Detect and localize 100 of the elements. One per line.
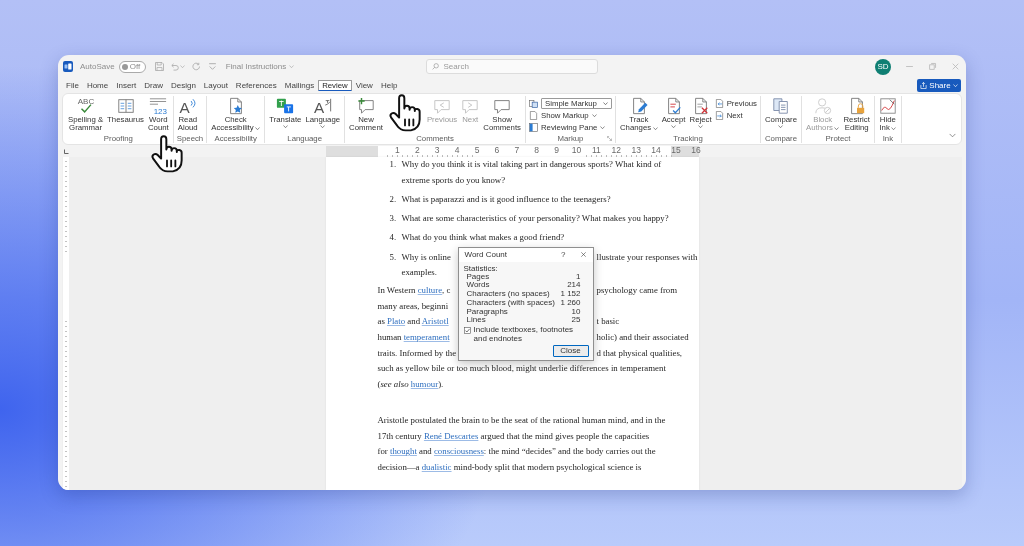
caret-icon bbox=[289, 64, 295, 69]
menu-tab[interactable]: File bbox=[62, 78, 83, 93]
undo-icon[interactable] bbox=[169, 62, 179, 71]
paragraph-text: In Western culture, c bbox=[377, 283, 451, 297]
account-avatar[interactable]: SD bbox=[875, 58, 891, 75]
list-item-text: examples. bbox=[401, 266, 437, 280]
caret-icon bbox=[671, 125, 677, 129]
pen-stroke-icon bbox=[878, 97, 897, 115]
dialog-title: Word Count bbox=[464, 250, 509, 259]
statistic-value: 10 bbox=[571, 307, 581, 317]
link[interactable]: Aristotl bbox=[421, 316, 449, 327]
ruler-number: 12 bbox=[611, 146, 622, 155]
statistic-value: 25 bbox=[571, 316, 581, 326]
caret-icon bbox=[778, 125, 784, 129]
menu-tab[interactable]: Help bbox=[376, 78, 402, 93]
menu-tab[interactable]: Layout bbox=[199, 78, 232, 93]
caret-icon bbox=[600, 125, 606, 130]
restore-icon[interactable] bbox=[928, 62, 937, 71]
list-number: 5. bbox=[389, 250, 398, 264]
close-icon[interactable] bbox=[579, 251, 587, 258]
caret-icon bbox=[282, 125, 288, 129]
caret-icon[interactable] bbox=[179, 64, 185, 69]
menu-tab[interactable]: Mailings bbox=[280, 78, 319, 93]
search-icon bbox=[431, 63, 439, 70]
ruler-number: 9 bbox=[554, 146, 559, 155]
statistic-value: 214 bbox=[567, 281, 581, 291]
app-icon[interactable] bbox=[63, 61, 73, 72]
comment-icon bbox=[493, 97, 512, 115]
chevron-down-icon[interactable] bbox=[949, 133, 956, 138]
translate-icon bbox=[276, 97, 295, 115]
page-icon bbox=[528, 111, 538, 120]
statistic-value: 1 152 bbox=[560, 290, 581, 299]
list-item-text: Why do you think it is vital taking part in dangerous sports? What kind of extreme sports do you know? bbox=[401, 158, 662, 187]
customize-icon[interactable] bbox=[207, 62, 217, 71]
link[interactable]: René Descartes bbox=[423, 430, 479, 441]
list-item-text: What is paparazzi and is it good influence to the teenagers? bbox=[401, 192, 611, 206]
caret-icon bbox=[652, 126, 658, 130]
ruler-number: 11 bbox=[592, 146, 601, 155]
help-button[interactable]: ? bbox=[561, 250, 566, 259]
menu-tab[interactable]: Draw bbox=[140, 78, 167, 93]
paragraph-text: holic) and their associated bbox=[596, 331, 689, 345]
document-back-icon bbox=[714, 99, 724, 108]
list-number: 1. bbox=[389, 158, 398, 171]
checkbox[interactable] bbox=[463, 327, 471, 335]
statistic-label: Characters (with spaces) bbox=[466, 298, 555, 308]
menu-tab[interactable]: Home bbox=[82, 78, 113, 93]
documents-icon bbox=[772, 97, 790, 115]
tab-stop-icon[interactable] bbox=[63, 148, 69, 155]
list-item-text: What do you think what makes a good friend? bbox=[401, 231, 565, 245]
list-item-text: llustrate your responses with bbox=[596, 250, 698, 264]
list-number: 2. bbox=[389, 192, 398, 206]
autosave-toggle[interactable]: Off bbox=[118, 60, 146, 73]
list-number: 3. bbox=[389, 212, 398, 226]
ruler-number: 2 bbox=[414, 146, 420, 155]
ruler-number: 4 bbox=[454, 146, 460, 155]
menu-tab[interactable]: References bbox=[231, 78, 281, 93]
horizontal-ruler[interactable]: 1 2 3 4 5 6 7 8 9 10 11 12 13 14 15 16 bbox=[325, 146, 699, 157]
paragraph-text: d that physical qualities, bbox=[596, 346, 682, 360]
paragraph-text: as Plato and Aristotl bbox=[377, 315, 449, 329]
link[interactable]: consciousness bbox=[433, 446, 484, 457]
search-field[interactable]: Search bbox=[425, 59, 598, 74]
ruler-number: 14 bbox=[651, 146, 661, 155]
statistic-label: Pages bbox=[466, 272, 490, 281]
caret-icon bbox=[698, 125, 704, 129]
checkbox-label: Include textboxes, footnotes and endnotes bbox=[473, 326, 575, 344]
comment-back-icon bbox=[433, 97, 452, 115]
save-icon[interactable] bbox=[154, 62, 164, 71]
caret-icon bbox=[952, 83, 958, 88]
ruler-number: 1 bbox=[395, 146, 400, 155]
redo-icon[interactable] bbox=[191, 62, 201, 71]
menu-tab[interactable]: Insert bbox=[112, 78, 141, 93]
dialog-launcher-icon[interactable] bbox=[606, 136, 612, 141]
link[interactable]: thought bbox=[389, 446, 417, 457]
book-icon bbox=[116, 97, 135, 115]
link[interactable]: Plato bbox=[387, 316, 406, 327]
statistic-label: Characters (no spaces) bbox=[466, 290, 550, 299]
caret-icon bbox=[834, 126, 840, 130]
menu-tab[interactable]: Design bbox=[166, 78, 200, 93]
ruler-number: 5 bbox=[474, 146, 480, 155]
share-button[interactable]: Share bbox=[917, 79, 961, 92]
caret-icon bbox=[255, 126, 261, 130]
ruler-number: 10 bbox=[571, 146, 582, 155]
pane-icon bbox=[528, 123, 538, 132]
paragraph-text: t basic bbox=[596, 315, 620, 329]
statistic-label: Paragraphs bbox=[466, 307, 508, 316]
link[interactable]: temperament bbox=[403, 332, 450, 343]
statistic-value: 1 bbox=[576, 272, 581, 282]
paragraph-text: psychology came from bbox=[596, 283, 678, 297]
statistic-label: Words bbox=[466, 281, 490, 291]
paragraph-text: many areas, beginni bbox=[377, 299, 449, 313]
paragraph-text: human temperament bbox=[377, 331, 450, 345]
comment-forward-icon bbox=[461, 97, 480, 115]
ruler-number: 7 bbox=[514, 146, 520, 155]
paragraph-text: traits. Informed by the bbox=[377, 346, 457, 360]
close-icon[interactable] bbox=[951, 62, 960, 71]
link[interactable]: humour bbox=[410, 379, 439, 390]
close-button[interactable]: Close bbox=[552, 344, 589, 357]
link[interactable]: dualistic bbox=[421, 461, 452, 472]
menu-tab[interactable]: View bbox=[351, 78, 377, 93]
paragraph-text: Aristotle postulated the brain to be the seat of the rational human mind, and in the 17th century René Descartes argued that the mind gives people the capacities for thought and consciousness: the mind “decides” and the body carries out the decision—a dualistic mind-body split that modern psychological science is bbox=[377, 413, 666, 474]
